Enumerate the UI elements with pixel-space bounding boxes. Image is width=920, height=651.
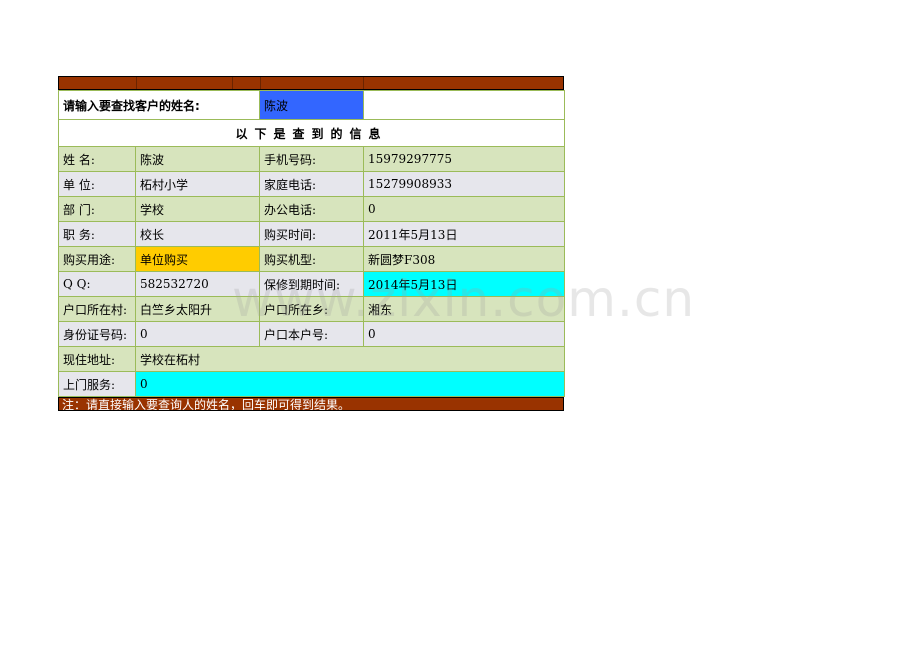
model-value[interactable]: 新圆梦F308 bbox=[363, 246, 565, 272]
village-value[interactable]: 白竺乡太阳升 bbox=[135, 296, 260, 322]
search-label: 请输入要查找客户的姓名: bbox=[58, 90, 260, 120]
home-tel-label: 家庭电话: bbox=[259, 171, 364, 197]
unit-value[interactable]: 柘村小学 bbox=[135, 171, 260, 197]
qq-label: Q Q: bbox=[58, 271, 136, 297]
mobile-value[interactable]: 15979297775 bbox=[363, 146, 565, 172]
table-row: 部 门: 学校 办公电话: 0 bbox=[58, 196, 565, 222]
table-row: 单 位: 柘村小学 家庭电话: 15279908933 bbox=[58, 171, 565, 197]
service-value[interactable]: 0 bbox=[135, 371, 565, 397]
search-cell[interactable] bbox=[259, 90, 364, 120]
home-tel-value[interactable]: 15279908933 bbox=[363, 171, 565, 197]
household-value[interactable]: 0 bbox=[363, 321, 565, 347]
name-label: 姓 名: bbox=[58, 146, 136, 172]
search-empty-cell bbox=[363, 90, 565, 120]
model-label: 购买机型: bbox=[259, 246, 364, 272]
position-label: 职 务: bbox=[58, 221, 136, 247]
top-bar bbox=[58, 76, 564, 90]
mobile-label: 手机号码: bbox=[259, 146, 364, 172]
buy-time-value[interactable]: 2011年5月13日 bbox=[363, 221, 565, 247]
warranty-label: 保修到期时间: bbox=[259, 271, 364, 297]
table-row: 职 务: 校长 购买时间: 2011年5月13日 bbox=[58, 221, 565, 247]
dept-label: 部 门: bbox=[58, 196, 136, 222]
id-no-label: 身份证号码: bbox=[58, 321, 136, 347]
purpose-value[interactable]: 单位购买 bbox=[135, 246, 260, 272]
table-row: 身份证号码: 0 户口本户号: 0 bbox=[58, 321, 565, 347]
name-value[interactable]: 陈波 bbox=[135, 146, 260, 172]
village-label: 户口所在村: bbox=[58, 296, 136, 322]
table-row: 姓 名: 陈波 手机号码: 15979297775 bbox=[58, 146, 565, 172]
position-value[interactable]: 校长 bbox=[135, 221, 260, 247]
address-value[interactable]: 学校在柘村 bbox=[135, 346, 565, 372]
unit-label: 单 位: bbox=[58, 171, 136, 197]
customer-lookup-sheet: 请输入要查找客户的姓名: 以下是查到的信息 姓 名: 陈波 手机号码: 1597… bbox=[58, 76, 565, 411]
buy-time-label: 购买时间: bbox=[259, 221, 364, 247]
township-label: 户口所在乡: bbox=[259, 296, 364, 322]
footer-note: 注：请直接输入要查询人的姓名，回车即可得到结果。 bbox=[58, 397, 564, 411]
results-header-row: 以下是查到的信息 bbox=[58, 119, 565, 147]
table-row: 户口所在村: 白竺乡太阳升 户口所在乡: 湘东 bbox=[58, 296, 565, 322]
table-row: 购买用途: 单位购买 购买机型: 新圆梦F308 bbox=[58, 246, 565, 272]
search-row: 请输入要查找客户的姓名: bbox=[58, 90, 565, 120]
service-label: 上门服务: bbox=[58, 371, 136, 397]
township-value[interactable]: 湘东 bbox=[363, 296, 565, 322]
warranty-value[interactable]: 2014年5月13日 bbox=[363, 271, 565, 297]
id-no-value[interactable]: 0 bbox=[135, 321, 260, 347]
purpose-label: 购买用途: bbox=[58, 246, 136, 272]
office-tel-value[interactable]: 0 bbox=[363, 196, 565, 222]
customer-name-input[interactable] bbox=[260, 91, 363, 119]
table-row: 上门服务: 0 bbox=[58, 371, 565, 397]
table-row: 现住地址: 学校在柘村 bbox=[58, 346, 565, 372]
qq-value[interactable]: 582532720 bbox=[135, 271, 260, 297]
customer-info-table: 请输入要查找客户的姓名: 以下是查到的信息 姓 名: 陈波 手机号码: 1597… bbox=[58, 90, 565, 397]
results-header: 以下是查到的信息 bbox=[58, 119, 565, 147]
office-tel-label: 办公电话: bbox=[259, 196, 364, 222]
address-label: 现住地址: bbox=[58, 346, 136, 372]
dept-value[interactable]: 学校 bbox=[135, 196, 260, 222]
household-label: 户口本户号: bbox=[259, 321, 364, 347]
table-row: Q Q: 582532720 保修到期时间: 2014年5月13日 bbox=[58, 271, 565, 297]
